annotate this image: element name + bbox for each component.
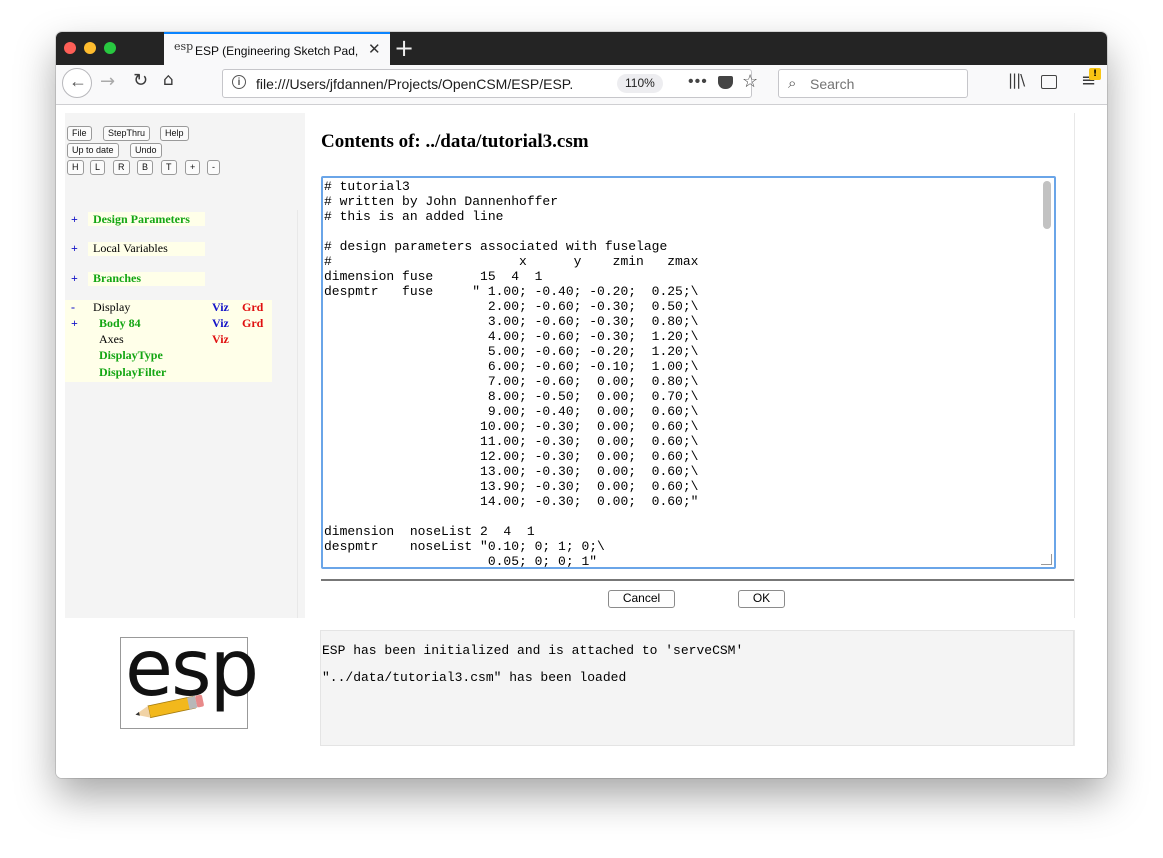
title-bar: esp ESP (Engineering Sketch Pad, V ✕ + — [56, 32, 1107, 65]
back-icon: ← — [69, 71, 87, 91]
library-icon[interactable]: |||\ — [1008, 71, 1025, 89]
logo-panel: esp — [65, 624, 305, 745]
display-toggle[interactable]: - — [71, 300, 75, 315]
view-bottom-button[interactable]: B — [137, 160, 154, 175]
undo-button[interactable]: Undo — [130, 143, 162, 158]
back-button[interactable]: ← — [62, 68, 92, 98]
display-viz-toggle[interactable]: Viz — [212, 300, 229, 314]
display-filter-label[interactable]: DisplayFilter — [99, 365, 166, 379]
right-border — [1074, 113, 1075, 618]
home-icon[interactable]: ⌂ — [163, 70, 174, 90]
close-window-button[interactable] — [64, 42, 76, 54]
minimize-window-button[interactable] — [84, 42, 96, 54]
design-parameters-label[interactable]: Design Parameters — [93, 212, 190, 226]
zoom-window-button[interactable] — [104, 42, 116, 54]
zoom-indicator[interactable]: 110% — [617, 74, 663, 93]
close-tab-icon[interactable]: ✕ — [368, 40, 381, 58]
left-panel: File StepThru Help Up to date Undo H L R… — [65, 113, 305, 618]
display-grd-toggle[interactable]: Grd — [242, 300, 263, 314]
message-line: "../data/tutorial3.csm" has been loaded — [322, 670, 627, 685]
esp-logo: esp — [120, 624, 259, 729]
branches-toggle[interactable]: + — [71, 271, 78, 286]
panel-divider — [297, 210, 298, 618]
browser-window: esp ESP (Engineering Sketch Pad, V ✕ + ←… — [56, 32, 1107, 778]
update-badge-icon: ! — [1089, 68, 1101, 80]
display-label: Display — [93, 300, 131, 314]
editor-text[interactable]: # tutorial3 # written by John Dannenhoff… — [323, 178, 1054, 567]
view-home-button[interactable]: H — [67, 160, 84, 175]
view-left-button[interactable]: L — [90, 160, 106, 175]
axes-viz-toggle[interactable]: Viz — [212, 332, 229, 346]
url-bar[interactable]: i file:///Users/jfdannen/Projects/OpenCS… — [222, 69, 758, 98]
page-content: File StepThru Help Up to date Undo H L R… — [56, 105, 1107, 778]
file-editor-textarea[interactable]: # tutorial3 # written by John Dannenhoff… — [321, 176, 1056, 569]
body-label[interactable]: Body 84 — [99, 316, 141, 330]
tab-title: ESP (Engineering Sketch Pad, V — [195, 44, 361, 58]
file-button[interactable]: File — [67, 126, 92, 141]
ok-button[interactable]: OK — [738, 590, 785, 608]
search-icon: ⌕ — [788, 74, 797, 92]
info-icon[interactable]: i — [232, 75, 246, 89]
cancel-button[interactable]: Cancel — [608, 590, 675, 608]
branches-label[interactable]: Branches — [93, 271, 141, 285]
design-parameters-toggle[interactable]: + — [71, 212, 78, 227]
zoom-out-button[interactable]: - — [207, 160, 220, 175]
stepthru-button[interactable]: StepThru — [103, 126, 151, 141]
sidebar-icon[interactable] — [1041, 75, 1057, 89]
reload-icon[interactable]: ↻ — [133, 70, 148, 91]
divider — [321, 579, 1074, 581]
local-variables-toggle[interactable]: + — [71, 241, 78, 256]
search-placeholder[interactable]: Search — [810, 76, 854, 92]
search-bar[interactable]: ⌕ Search — [778, 69, 968, 98]
message-line: ESP has been initialized and is attached… — [322, 643, 744, 658]
pencil-icon — [135, 694, 204, 719]
editor-panel: Contents of: ../data/tutorial3.csm # tut… — [320, 113, 1074, 618]
axes-label: Axes — [99, 332, 124, 346]
view-top-button[interactable]: T — [161, 160, 177, 175]
local-variables-label[interactable]: Local Variables — [93, 241, 168, 255]
forward-icon[interactable]: → — [100, 71, 115, 92]
page-title: Contents of: ../data/tutorial3.csm — [321, 131, 589, 152]
help-button[interactable]: Help — [160, 126, 189, 141]
view-right-button[interactable]: R — [113, 160, 130, 175]
new-tab-icon[interactable]: + — [394, 34, 414, 62]
display-type-label[interactable]: DisplayType — [99, 348, 163, 362]
esp-favicon-icon: esp — [174, 40, 194, 53]
browser-tab[interactable]: esp ESP (Engineering Sketch Pad, V ✕ — [164, 32, 390, 65]
navigation-toolbar: ← → ↻ ⌂ i file:///Users/jfdannen/Project… — [56, 65, 1107, 105]
body-viz-toggle[interactable]: Viz — [212, 316, 229, 330]
up-to-date-button[interactable]: Up to date — [67, 143, 119, 158]
more-icon[interactable]: ••• — [688, 73, 708, 91]
body-grd-toggle[interactable]: Grd — [242, 316, 263, 330]
editor-scrollbar[interactable] — [1043, 181, 1051, 229]
pocket-icon[interactable] — [718, 76, 733, 89]
right-border — [1074, 630, 1075, 746]
url-text[interactable]: file:///Users/jfdannen/Projects/OpenCSM/… — [256, 76, 576, 92]
bookmark-star-icon[interactable]: ☆ — [742, 71, 758, 92]
message-panel: ESP has been initialized and is attached… — [320, 630, 1074, 746]
resize-grip-icon[interactable] — [1041, 554, 1052, 565]
body-toggle[interactable]: + — [71, 316, 78, 331]
zoom-in-button[interactable]: + — [185, 160, 201, 175]
